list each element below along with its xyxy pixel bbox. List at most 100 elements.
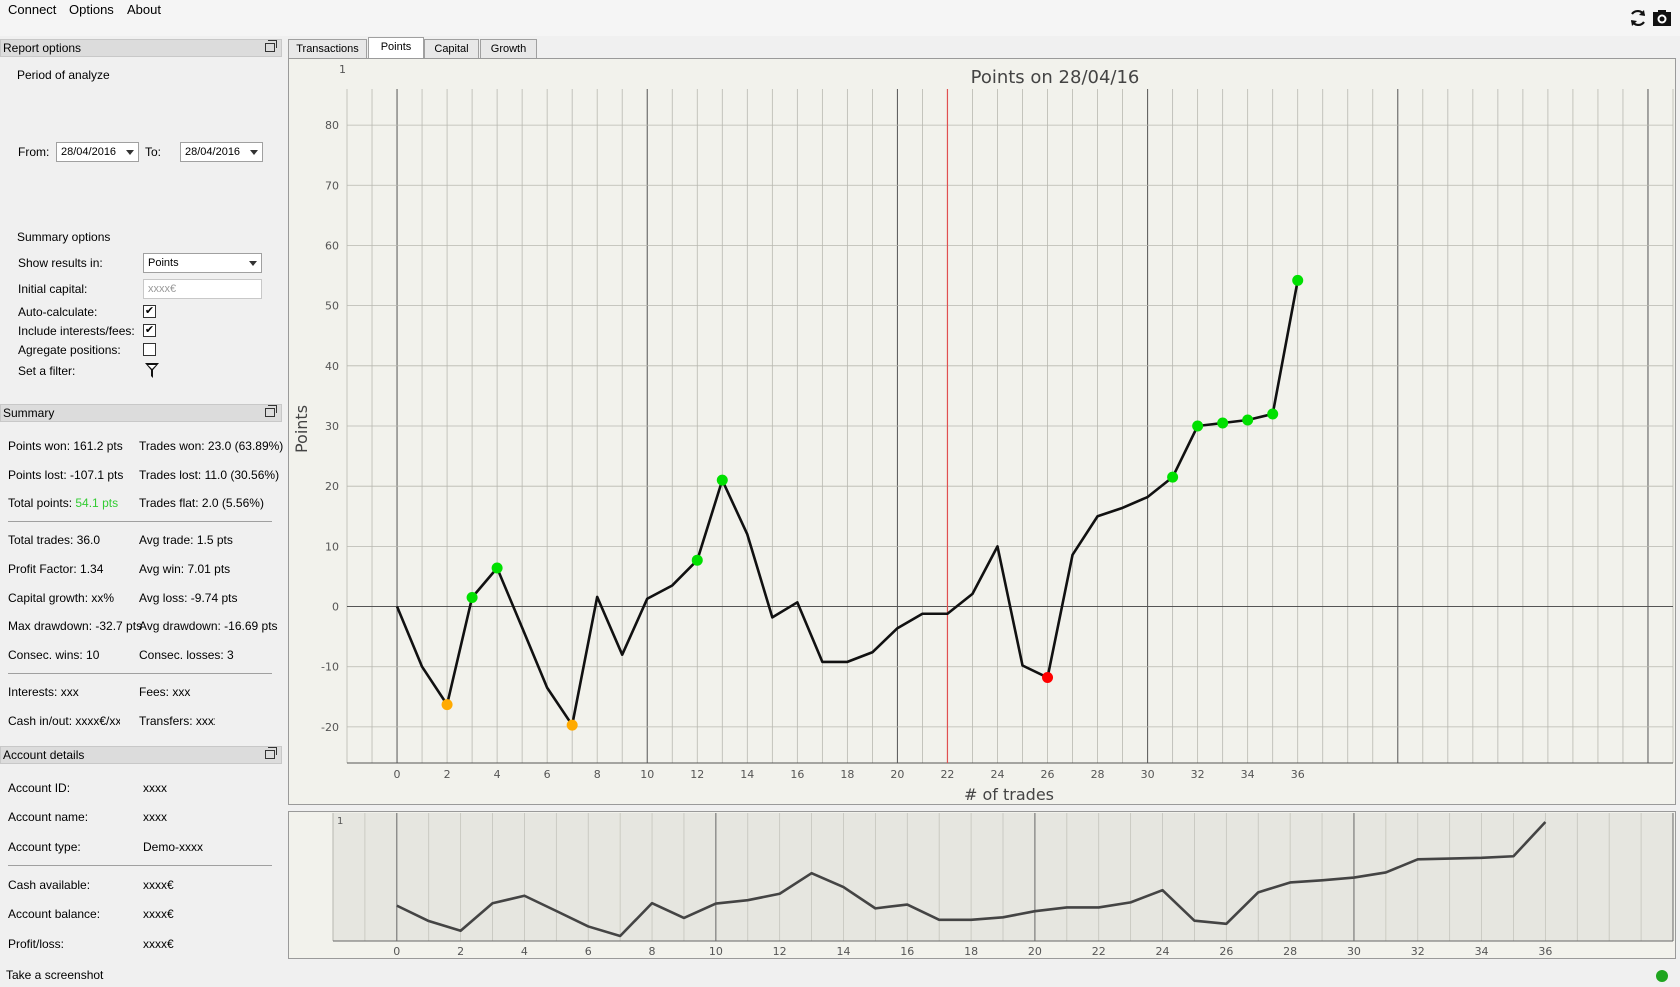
undock-icon[interactable] [265, 40, 277, 52]
chevron-down-icon [126, 150, 134, 155]
data-point-marker [1192, 420, 1204, 432]
y-tick-label: 10 [325, 540, 339, 553]
y-axis-label: Points [292, 405, 311, 453]
overview-x-tick-label: 24 [1156, 945, 1170, 958]
avg-drawdown: Avg drawdown: -16.69 pts [139, 619, 278, 633]
y-tick-label: -20 [321, 721, 339, 734]
data-point-marker [466, 592, 478, 604]
x-tick-label: 34 [1241, 768, 1255, 781]
total-trades: Total trades: 36.0 [8, 533, 101, 547]
y-tick-label: 0 [332, 601, 339, 614]
include-fees-checkbox[interactable]: ✔ [143, 324, 156, 337]
x-tick-label: 0 [394, 768, 401, 781]
y-tick-label: 40 [325, 360, 339, 373]
x-tick-label: 10 [640, 768, 654, 781]
x-tick-label: 36 [1291, 768, 1305, 781]
menu-connect[interactable]: Connect [8, 2, 56, 17]
data-point-marker [1042, 672, 1054, 684]
x-tick-label: 22 [940, 768, 954, 781]
data-point-marker [566, 719, 578, 731]
trades-flat: Trades flat: 2.0 (5.56%) [139, 496, 264, 510]
overview-x-tick-label: 26 [1219, 945, 1233, 958]
tab-points[interactable]: Points [368, 37, 424, 58]
account-balance-label: Account balance: [8, 907, 101, 921]
y-tick-label: -10 [321, 661, 339, 674]
trades-lost: Trades lost: 11.0 (30.56%) [139, 468, 280, 482]
max-drawdown: Max drawdown: -32.7 pts [8, 619, 143, 633]
divider [8, 521, 272, 522]
camera-icon[interactable] [1652, 8, 1672, 28]
x-tick-label: 16 [790, 768, 804, 781]
overview-chart-svg: 0 2 4 6 8 10 12 14 16 18 20 22 24 26 28 30 32 34 36 1 [332, 813, 1674, 958]
initial-capital-input[interactable]: xxxx€ [143, 279, 262, 299]
menu-about[interactable]: About [127, 2, 161, 17]
x-tick-label: 32 [1191, 768, 1205, 781]
trades-won: Trades won: 23.0 (63.89%) [139, 439, 284, 453]
data-point-marker [491, 562, 503, 574]
tab-transactions[interactable]: Transactions [288, 39, 367, 58]
to-label: To: [145, 145, 162, 159]
chevron-down-icon [249, 261, 257, 266]
x-tick-label: 20 [890, 768, 904, 781]
account-balance-value: xxxx€ [143, 907, 174, 921]
tab-growth[interactable]: Growth [480, 39, 537, 58]
show-results-label: Show results in: [18, 256, 103, 270]
x-tick-label: 14 [740, 768, 754, 781]
refresh-icon[interactable] [1628, 8, 1648, 28]
overview-x-tick-label: 14 [836, 945, 850, 958]
menu-options[interactable]: Options [69, 2, 114, 17]
chart-corner-label: 1 [339, 63, 346, 76]
undock-icon[interactable] [265, 747, 277, 759]
auto-calc-checkbox[interactable]: ✔ [143, 305, 156, 318]
total-points-value: 54.1 pts [75, 496, 119, 510]
from-date-select[interactable]: 28/04/2016 [56, 142, 139, 162]
chevron-down-icon [250, 150, 258, 155]
divider [8, 673, 272, 674]
data-point-marker [1167, 471, 1179, 483]
connection-status-indicator [1656, 970, 1668, 982]
include-fees-label: Include interests/fees: [18, 324, 135, 338]
overview-x-tick-label: 18 [964, 945, 978, 958]
tab-capital[interactable]: Capital [424, 39, 479, 58]
account-id-value: xxxx [143, 781, 167, 795]
account-details-header: Account details [0, 746, 282, 764]
overview-x-tick-label: 36 [1538, 945, 1552, 958]
data-point-marker [1267, 408, 1279, 420]
overview-x-tick-label: 28 [1283, 945, 1297, 958]
data-point-marker [1292, 274, 1304, 286]
undock-icon[interactable] [265, 405, 277, 417]
overview-x-tick-label: 34 [1475, 945, 1489, 958]
y-tick-label: 60 [325, 239, 339, 252]
interests: Interests: xxx [8, 685, 79, 699]
account-name-value: xxxx [143, 810, 167, 824]
cash-available-label: Cash available: [8, 878, 91, 892]
filter-icon[interactable] [144, 362, 160, 379]
cash-inout: Cash in/out: xxxx€/xxx [8, 714, 120, 728]
points-won: Points won: 161.2 pts [8, 439, 123, 453]
from-date-value: 28/04/2016 [61, 146, 117, 158]
aggregate-checkbox[interactable] [143, 343, 156, 356]
y-tick-label: 80 [325, 119, 339, 132]
overview-x-tick-label: 4 [521, 945, 528, 958]
profit-loss-label: Profit/loss: [8, 937, 65, 951]
x-axis-label: # of trades [964, 785, 1054, 804]
filter-label: Set a filter: [18, 364, 76, 378]
x-tick-label: 4 [494, 768, 501, 781]
fees: Fees: xxx [139, 685, 191, 699]
account-id-label: Account ID: [8, 781, 71, 795]
overview-x-tick-label: 32 [1411, 945, 1425, 958]
overview-chart[interactable]: 0 2 4 6 8 10 12 14 16 18 20 22 24 26 28 30 32 34 36 1 [288, 811, 1676, 959]
total-points-label: Total points: [8, 496, 76, 510]
summary-options-title: Summary options [17, 230, 111, 244]
status-text: Take a screenshot [6, 968, 104, 982]
summary-title: Summary [3, 406, 55, 420]
points-chart[interactable]: 0 2 4 6 8 10 12 14 16 18 20 22 24 26 28 30 32 34 36 -20 -10 0… [288, 58, 1676, 805]
overview-x-tick-label: 8 [649, 945, 656, 958]
total-points: Total points: 54.1 pts [8, 496, 118, 510]
to-date-value: 28/04/2016 [185, 146, 241, 158]
overview-x-tick-label: 30 [1347, 945, 1361, 958]
show-results-select[interactable]: Points [143, 253, 262, 273]
account-details-title: Account details [3, 748, 85, 762]
to-date-select[interactable]: 28/04/2016 [180, 142, 263, 162]
aggregate-label: Agregate positions: [18, 343, 121, 357]
